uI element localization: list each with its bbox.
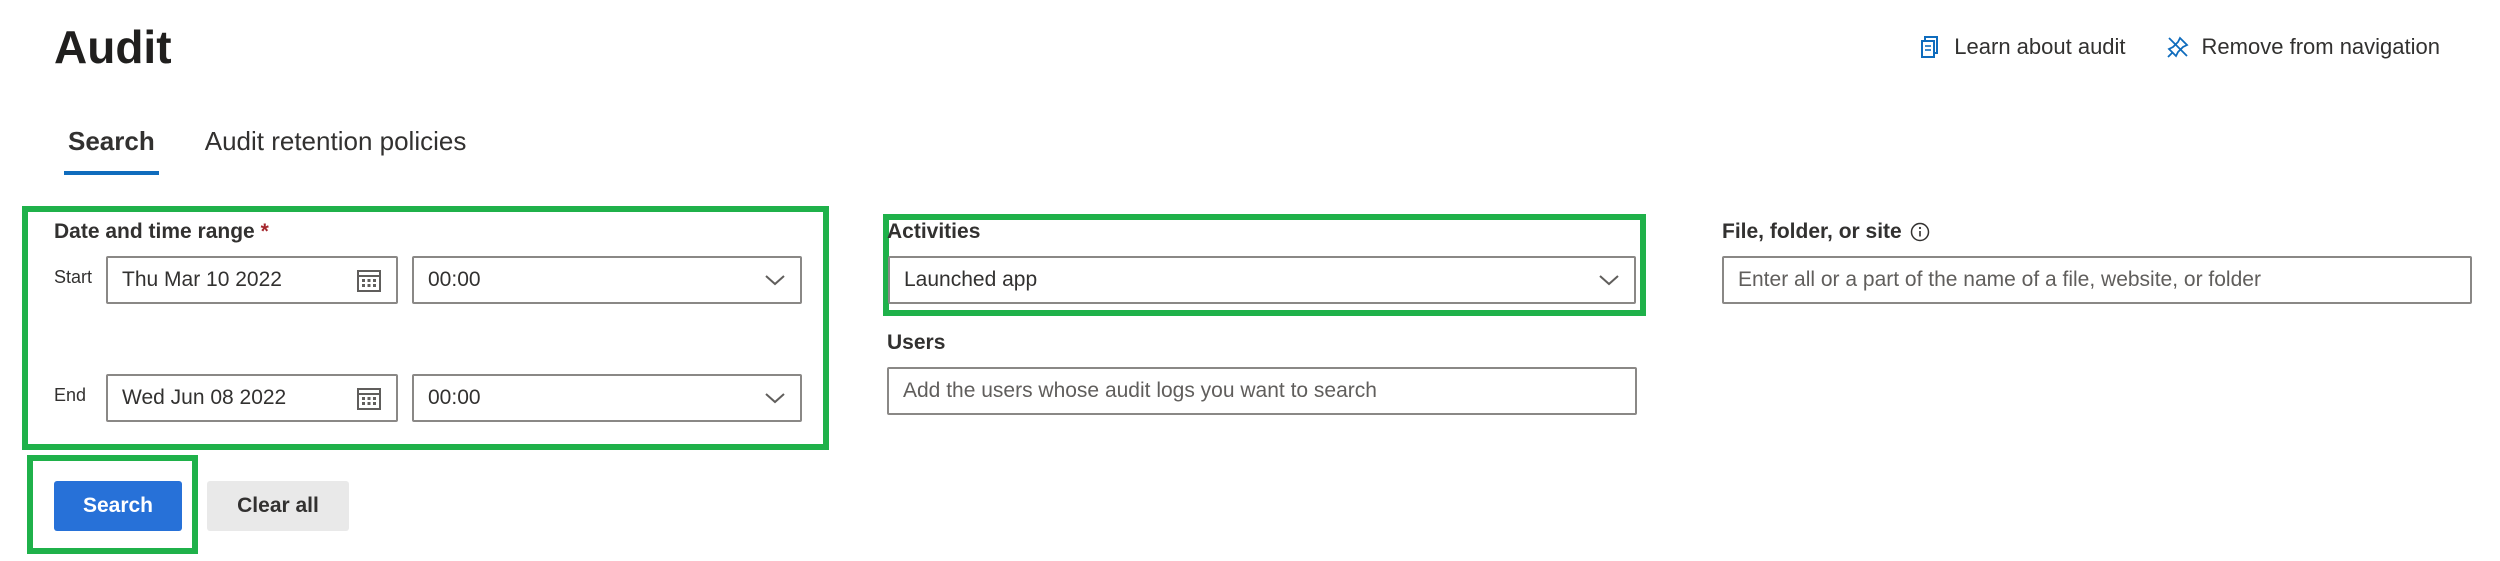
- end-time-value: 00:00: [428, 386, 481, 409]
- header-actions: Learn about audit Remove from navigation: [1920, 34, 2440, 60]
- file-folder-site-label: File, folder, or site: [1722, 220, 1930, 244]
- chevron-down-icon: [764, 391, 786, 405]
- date-range-label: Date and time range *: [54, 220, 269, 243]
- page-title: Audit: [54, 21, 172, 73]
- tab-search[interactable]: Search: [64, 122, 159, 175]
- tab-audit-retention-policies[interactable]: Audit retention policies: [201, 122, 471, 175]
- end-label: End: [54, 385, 87, 405]
- clear-all-button[interactable]: Clear all: [207, 481, 349, 531]
- file-folder-site-placeholder: Enter all or a part of the name of a fil…: [1738, 268, 2261, 291]
- users-placeholder: Add the users whose audit logs you want …: [903, 379, 1377, 402]
- remove-from-navigation-label: Remove from navigation: [2201, 34, 2440, 59]
- start-date-value: Thu Mar 10 2022: [122, 268, 282, 291]
- file-folder-site-input[interactable]: Enter all or a part of the name of a fil…: [1722, 256, 2472, 304]
- learn-about-audit-link[interactable]: Learn about audit: [1920, 34, 2126, 60]
- tab-bar: Search Audit retention policies: [64, 122, 470, 175]
- search-button[interactable]: Search: [54, 481, 182, 531]
- users-label: Users: [887, 331, 946, 354]
- chevron-down-icon: [764, 273, 786, 287]
- activities-label: Activities: [887, 220, 981, 243]
- calendar-icon[interactable]: [356, 385, 382, 411]
- document-icon: [1920, 35, 1942, 59]
- required-marker: *: [260, 220, 269, 243]
- calendar-icon[interactable]: [356, 267, 382, 293]
- end-date-value: Wed Jun 08 2022: [122, 386, 287, 409]
- end-time-select[interactable]: 00:00: [412, 374, 802, 422]
- start-time-value: 00:00: [428, 268, 481, 291]
- info-icon[interactable]: [1910, 222, 1930, 242]
- start-date-picker[interactable]: Thu Mar 10 2022: [106, 256, 398, 304]
- remove-from-navigation-link[interactable]: Remove from navigation: [2166, 34, 2440, 60]
- chevron-down-icon: [1598, 273, 1620, 287]
- activities-value: Launched app: [904, 268, 1038, 291]
- activities-select[interactable]: Launched app: [888, 256, 1636, 304]
- start-label: Start: [54, 267, 93, 287]
- learn-about-audit-label: Learn about audit: [1954, 34, 2126, 59]
- start-time-select[interactable]: 00:00: [412, 256, 802, 304]
- users-input[interactable]: Add the users whose audit logs you want …: [887, 367, 1637, 415]
- unpin-icon: [2166, 35, 2190, 59]
- end-date-picker[interactable]: Wed Jun 08 2022: [106, 374, 398, 422]
